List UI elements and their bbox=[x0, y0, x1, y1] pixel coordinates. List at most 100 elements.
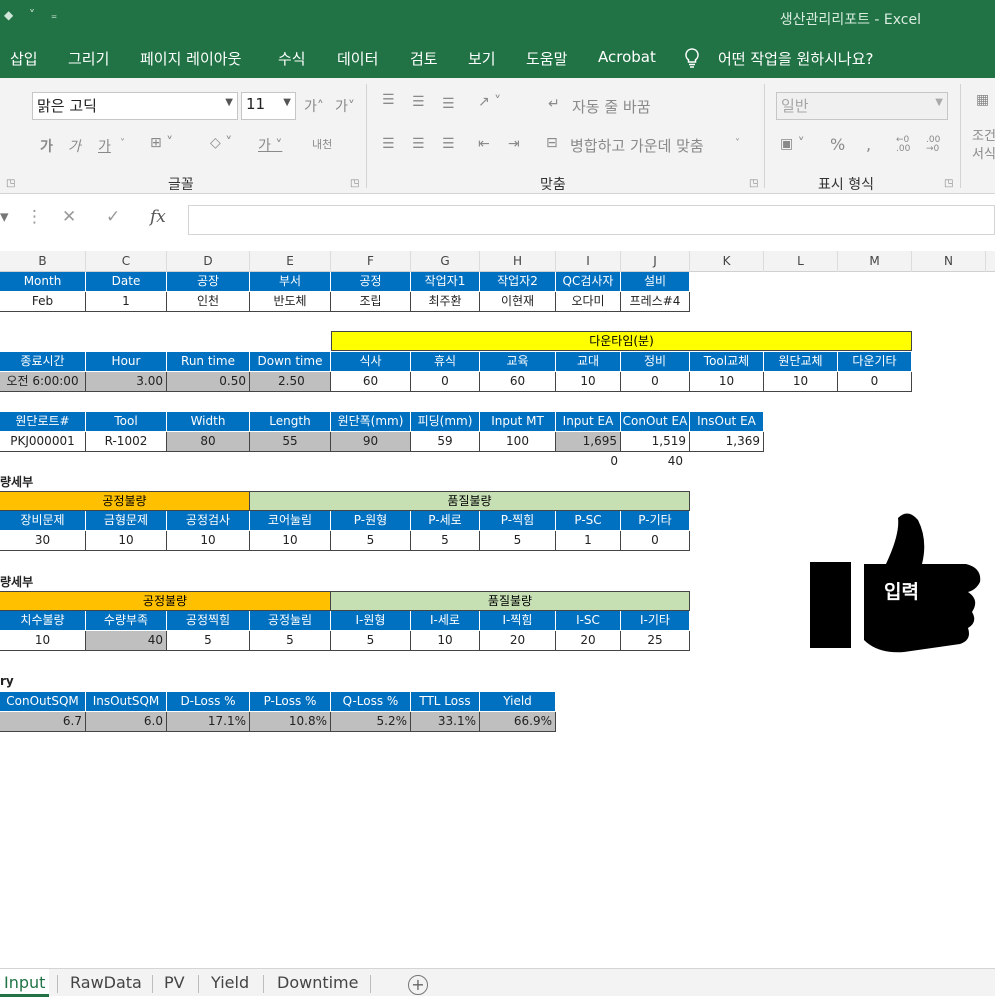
header-cell[interactable]: Tool교체 bbox=[690, 352, 764, 372]
data-cell[interactable]: 30 bbox=[0, 531, 86, 551]
fill-color-icon[interactable]: ◇ ˅ bbox=[210, 135, 232, 151]
chevron-down-icon[interactable]: ▾ bbox=[0, 207, 9, 227]
header-cell[interactable]: TTL Loss bbox=[411, 692, 480, 712]
header-cell[interactable]: InsOut EA bbox=[690, 412, 764, 432]
header-cell[interactable]: 피딩(mm) bbox=[411, 412, 480, 432]
data-cell[interactable]: R-1002 bbox=[86, 432, 167, 452]
align-bottom-icon[interactable]: ☰ bbox=[442, 96, 455, 112]
shrink-font-button[interactable]: 가˅ bbox=[335, 96, 355, 116]
header-cell[interactable]: 수량부족 bbox=[86, 611, 167, 631]
data-cell[interactable]: 최주환 bbox=[411, 292, 480, 312]
borders-icon[interactable]: ⊞ ˅ bbox=[150, 135, 173, 151]
decrease-decimal-button[interactable]: .00 →0 bbox=[926, 136, 948, 154]
column-header-e[interactable]: E bbox=[250, 251, 331, 272]
sheet-tab-input[interactable]: Input bbox=[0, 969, 50, 997]
header-cell[interactable]: 코어눌림 bbox=[250, 511, 331, 531]
column-header-f[interactable]: F bbox=[331, 251, 411, 272]
data-cell[interactable]: 55 bbox=[250, 432, 331, 452]
data-cell[interactable]: 10 bbox=[764, 372, 838, 392]
data-cell[interactable]: 반도체 bbox=[250, 292, 331, 312]
column-header-c[interactable]: C bbox=[86, 251, 167, 272]
underline-button[interactable]: 가 bbox=[98, 136, 111, 156]
data-cell[interactable]: 5 bbox=[167, 631, 250, 651]
italic-button[interactable]: 가 bbox=[68, 136, 81, 156]
data-cell[interactable]: 0.50 bbox=[167, 372, 250, 392]
data-cell[interactable]: 1,695 bbox=[556, 432, 621, 452]
data-cell[interactable]: 0 bbox=[621, 372, 690, 392]
header-cell[interactable]: Hour bbox=[86, 352, 167, 372]
header-cell[interactable]: QC검사자 bbox=[556, 272, 621, 292]
data-cell[interactable]: 0 bbox=[838, 372, 912, 392]
header-cell[interactable]: 다운기타 bbox=[838, 352, 912, 372]
header-cell[interactable]: Tool bbox=[86, 412, 167, 432]
formula-input[interactable] bbox=[188, 205, 995, 235]
header-cell[interactable]: ConOutSQM bbox=[0, 692, 86, 712]
header-cell[interactable]: Input MT bbox=[480, 412, 556, 432]
phonetic-button[interactable]: 내천 bbox=[312, 136, 332, 152]
quality-defect-group-header[interactable]: 품질불량 bbox=[331, 591, 690, 611]
quality-defect-group-header[interactable]: 품질불량 bbox=[250, 491, 690, 511]
header-cell[interactable]: 종료시간 bbox=[0, 352, 86, 372]
downtime-group-header[interactable]: 다운타임(분) bbox=[331, 331, 912, 351]
data-cell[interactable]: 10 bbox=[250, 531, 331, 551]
sheet-tab-rawdata[interactable]: RawData bbox=[70, 973, 142, 992]
sheet-tab-pv[interactable]: PV bbox=[164, 973, 185, 992]
data-cell[interactable]: 80 bbox=[167, 432, 250, 452]
data-cell[interactable]: 오다미 bbox=[556, 292, 621, 312]
cancel-icon[interactable]: ✕ bbox=[62, 207, 76, 227]
column-header-h[interactable]: H bbox=[480, 251, 556, 272]
align-middle-icon[interactable]: ☰ bbox=[412, 94, 425, 110]
align-right-icon[interactable]: ☰ bbox=[442, 136, 455, 152]
data-cell[interactable]: 25 bbox=[621, 631, 690, 651]
bold-button[interactable]: 가 bbox=[40, 136, 53, 156]
header-cell[interactable]: Down time bbox=[250, 352, 331, 372]
tab-view[interactable]: 보기 bbox=[468, 48, 496, 69]
data-cell[interactable]: 이현재 bbox=[480, 292, 556, 312]
data-cell[interactable]: 10 bbox=[86, 531, 167, 551]
header-cell[interactable]: 원단로트# bbox=[0, 412, 86, 432]
column-header-b[interactable]: B bbox=[0, 251, 86, 272]
data-cell[interactable]: 20 bbox=[556, 631, 621, 651]
chevron-down-icon[interactable]: ▼ bbox=[225, 97, 233, 108]
data-cell[interactable]: 5 bbox=[480, 531, 556, 551]
sheet-tab-downtime[interactable]: Downtime bbox=[277, 973, 358, 992]
header-cell[interactable]: P-원형 bbox=[331, 511, 411, 531]
data-cell[interactable]: 59 bbox=[411, 432, 480, 452]
header-cell[interactable]: 식사 bbox=[331, 352, 411, 372]
grow-font-button[interactable]: 가˄ bbox=[304, 96, 324, 116]
quick-access-toolbar[interactable]: ◆ ˅ ₌ bbox=[4, 8, 63, 22]
wrap-text-icon[interactable]: ↵ bbox=[548, 96, 560, 112]
header-cell[interactable]: P-기타 bbox=[621, 511, 690, 531]
percent-button[interactable]: % bbox=[830, 135, 845, 154]
header-cell[interactable]: 휴식 bbox=[411, 352, 480, 372]
column-header-l[interactable]: L bbox=[764, 251, 838, 272]
column-header-n[interactable]: N bbox=[912, 251, 986, 272]
data-cell[interactable]: 1 bbox=[556, 531, 621, 551]
header-cell[interactable]: Run time bbox=[167, 352, 250, 372]
header-cell[interactable]: InsOutSQM bbox=[86, 692, 167, 712]
data-cell[interactable]: 5 bbox=[331, 531, 411, 551]
dialog-launcher-icon[interactable]: ◳ bbox=[749, 178, 758, 189]
font-size-combo[interactable]: 11 ▼ bbox=[241, 92, 296, 120]
increase-indent-icon[interactable]: ⇥ bbox=[508, 136, 520, 152]
data-cell[interactable]: 10 bbox=[0, 631, 86, 651]
data-cell[interactable]: 10 bbox=[411, 631, 480, 651]
header-cell[interactable]: 교대 bbox=[556, 352, 621, 372]
data-cell[interactable]: 0 bbox=[621, 531, 690, 551]
data-cell[interactable]: 프레스#4 bbox=[621, 292, 690, 312]
header-cell[interactable]: 공장 bbox=[167, 272, 250, 292]
data-cell[interactable]: 6.7 bbox=[0, 712, 86, 732]
column-header-k[interactable]: K bbox=[690, 251, 764, 272]
data-cell[interactable]: 1 bbox=[86, 292, 167, 312]
header-cell[interactable]: 공정찍힘 bbox=[167, 611, 250, 631]
header-cell[interactable]: I-원형 bbox=[331, 611, 411, 631]
header-cell[interactable]: 정비 bbox=[621, 352, 690, 372]
align-center-icon[interactable]: ☰ bbox=[412, 136, 425, 152]
data-cell[interactable]: 100 bbox=[480, 432, 556, 452]
header-cell[interactable]: P-찍힘 bbox=[480, 511, 556, 531]
data-cell[interactable]: 66.9% bbox=[480, 712, 556, 732]
data-cell[interactable]: 10 bbox=[690, 372, 764, 392]
header-cell[interactable]: 작업자1 bbox=[411, 272, 480, 292]
data-cell[interactable]: 6.0 bbox=[86, 712, 167, 732]
data-cell[interactable]: 1,519 bbox=[621, 432, 690, 452]
